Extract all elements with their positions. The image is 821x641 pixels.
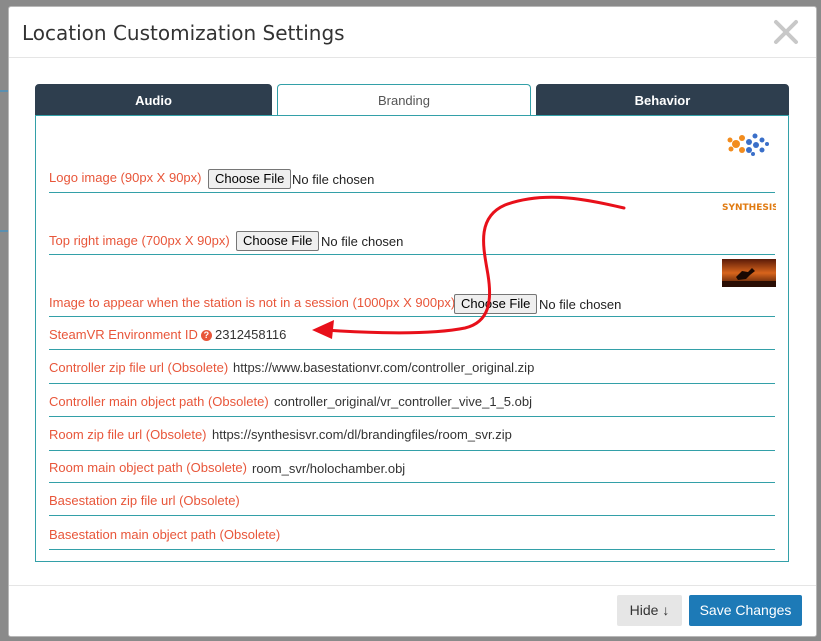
basestation-zip-row: Basestation zip file url (Obsolete) bbox=[49, 483, 775, 516]
steamvr-env-row: SteamVR Environment ID? 2312458116 bbox=[49, 317, 775, 350]
basestation-zip-value[interactable] bbox=[239, 493, 539, 509]
hide-button[interactable]: Hide ↓ bbox=[617, 595, 682, 626]
basestation-obj-value[interactable] bbox=[279, 526, 579, 542]
logo-choose-file-button[interactable]: Choose File bbox=[208, 169, 292, 189]
top-right-thumbnail: SYNTHESISVR bbox=[722, 203, 776, 213]
room-obj-value[interactable]: room_svr/holochamber.obj bbox=[252, 461, 405, 476]
room-zip-row: Room zip file url (Obsolete) https://syn… bbox=[49, 417, 775, 451]
tab-audio[interactable]: Audio bbox=[35, 84, 272, 115]
basestation-obj-row: Basestation main object path (Obsolete) bbox=[49, 516, 775, 550]
help-icon[interactable]: ? bbox=[200, 330, 212, 341]
steamvr-env-label-text: SteamVR Environment ID bbox=[49, 327, 198, 342]
dialog-title: Location Customization Settings bbox=[22, 21, 345, 45]
settings-dialog: Location Customization Settings Audio Br… bbox=[8, 6, 817, 637]
top-right-file-status: No file chosen bbox=[321, 234, 404, 249]
close-icon bbox=[774, 20, 798, 44]
idle-file-status: No file chosen bbox=[539, 297, 622, 312]
top-right-image-label: Top right image (700px X 90px) bbox=[49, 233, 230, 248]
steamvr-env-value[interactable]: 2312458116 bbox=[215, 327, 286, 342]
top-right-choose-file-button[interactable]: Choose File bbox=[236, 231, 320, 251]
dialog-footer: Hide ↓ Save Changes bbox=[9, 585, 816, 636]
controller-obj-value[interactable]: controller_original/vr_controller_vive_1… bbox=[274, 394, 532, 409]
logo-image-row: Logo image (90px X 90px) Choose File No … bbox=[49, 116, 775, 193]
logo-image-label: Logo image (90px X 90px) bbox=[49, 170, 202, 185]
steamvr-env-label: SteamVR Environment ID? bbox=[49, 327, 212, 342]
logo-file-status: No file chosen bbox=[292, 172, 375, 187]
tab-behavior[interactable]: Behavior bbox=[536, 84, 789, 115]
room-obj-label: Room main object path (Obsolete) bbox=[49, 460, 247, 475]
top-right-image-row: SYNTHESISVR Top right image (700px X 90p… bbox=[49, 193, 776, 255]
controller-zip-label: Controller zip file url (Obsolete) bbox=[49, 360, 229, 375]
tab-bar: Audio Branding Behavior bbox=[35, 84, 789, 116]
controller-zip-row: Controller zip file url (Obsolete) https… bbox=[49, 350, 775, 384]
dialog-header: Location Customization Settings bbox=[9, 7, 816, 58]
basestation-obj-label: Basestation main object path (Obsolete) bbox=[49, 527, 281, 542]
save-changes-button[interactable]: Save Changes bbox=[689, 595, 802, 626]
close-button[interactable] bbox=[772, 17, 800, 47]
idle-image-row: Image to appear when the station is not … bbox=[49, 255, 776, 317]
idle-choose-file-button[interactable]: Choose File bbox=[454, 294, 538, 314]
controller-obj-label: Controller main object path (Obsolete) bbox=[49, 394, 269, 409]
tab-branding[interactable]: Branding bbox=[277, 84, 531, 116]
branding-panel: Logo image (90px X 90px) Choose File No … bbox=[35, 115, 789, 562]
idle-image-thumbnail bbox=[722, 259, 776, 287]
controller-zip-value[interactable]: https://www.basestationvr.com/controller… bbox=[233, 360, 534, 375]
room-obj-row: Room main object path (Obsolete) room_sv… bbox=[49, 451, 775, 483]
room-zip-value[interactable]: https://synthesisvr.com/dl/brandingfiles… bbox=[212, 427, 512, 442]
room-zip-label: Room zip file url (Obsolete) bbox=[49, 427, 207, 442]
controller-obj-row: Controller main object path (Obsolete) c… bbox=[49, 384, 775, 417]
idle-image-label: Image to appear when the station is not … bbox=[49, 295, 456, 310]
basestation-zip-label: Basestation zip file url (Obsolete) bbox=[49, 493, 240, 508]
logo-thumbnail bbox=[727, 133, 769, 156]
